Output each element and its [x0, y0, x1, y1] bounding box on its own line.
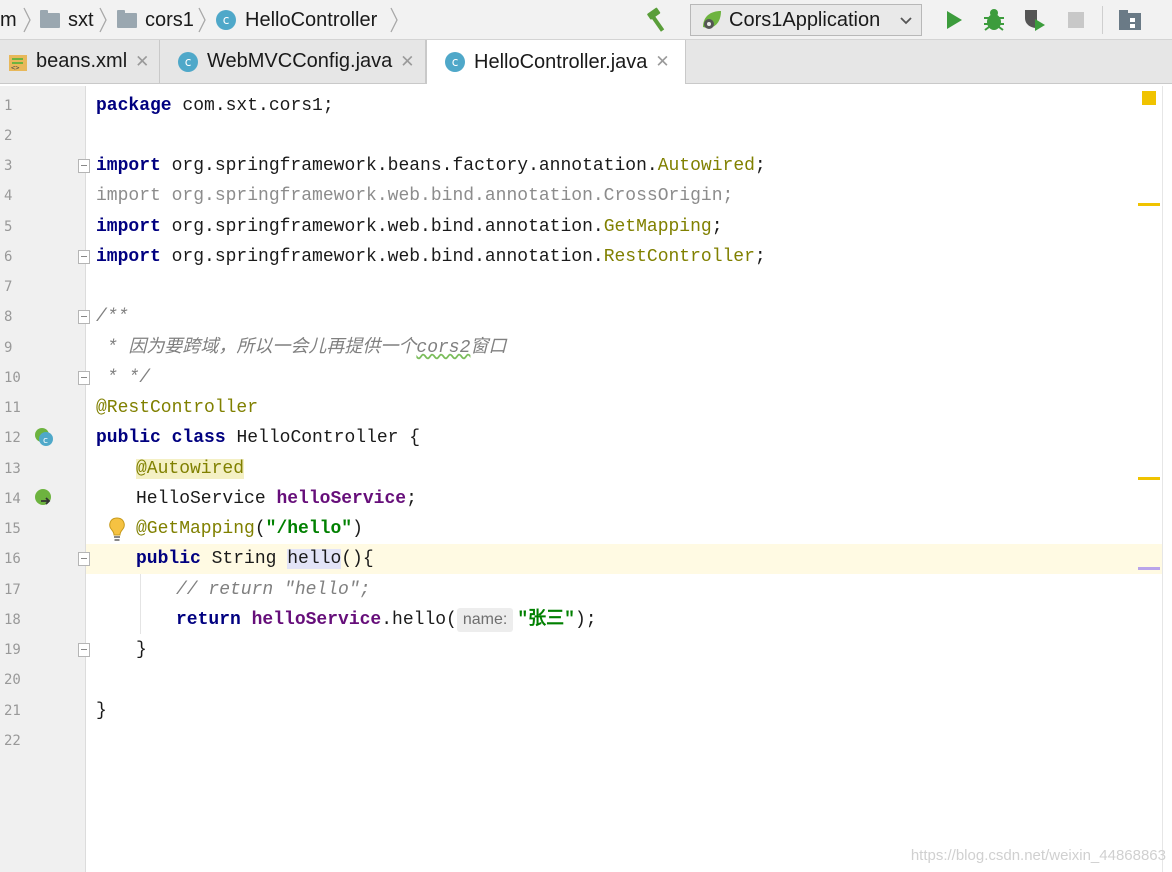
folder-icon	[117, 9, 137, 28]
class-icon: c	[216, 10, 236, 30]
code-editor[interactable]: 1 2 3 4 5 6 7 8 9 10 11 12 13 14 15 16 1…	[0, 86, 1172, 872]
navigate-to-bean-icon[interactable]	[33, 487, 55, 509]
line-number: 2	[4, 128, 13, 144]
code-line-4: import org.springframework.web.bind.anno…	[96, 186, 734, 206]
toolbar-divider	[1102, 6, 1103, 34]
coverage-icon[interactable]	[1020, 6, 1048, 34]
line-number: 17	[4, 582, 21, 598]
stop-icon[interactable]	[1062, 6, 1090, 34]
fold-marker-icon[interactable]	[78, 250, 90, 264]
tab-beans-xml[interactable]: <> beans.xml ✕	[0, 40, 160, 83]
breadcrumb-module[interactable]: m	[0, 0, 17, 40]
chevron-down-icon	[900, 17, 912, 25]
breadcrumb-separator-icon	[198, 7, 206, 33]
fold-marker-icon[interactable]	[78, 159, 90, 173]
code-line-6: import org.springframework.web.bind.anno…	[96, 247, 766, 267]
spring-bean-class-icon[interactable]: c	[33, 426, 55, 448]
editor-tab-bar: <> beans.xml ✕ c WebMVCConfig.java ✕ c Hel…	[0, 40, 1172, 84]
project-structure-icon[interactable]	[1116, 6, 1144, 34]
fold-marker-icon[interactable]	[78, 552, 90, 566]
svg-text:c: c	[43, 436, 48, 446]
code-line-16: public String hello(){	[136, 549, 374, 569]
line-number-gutter[interactable]: 1 2 3 4 5 6 7 8 9 10 11 12 13 14 15 16 1…	[0, 86, 86, 872]
spring-boot-icon	[703, 11, 721, 29]
code-line-1: package com.sxt.cors1;	[96, 96, 334, 116]
close-icon[interactable]: ✕	[135, 52, 149, 72]
right-margin-line	[1162, 86, 1163, 872]
close-icon[interactable]: ✕	[655, 52, 669, 72]
warning-stripe[interactable]	[1138, 203, 1160, 206]
lightbulb-icon[interactable]	[106, 516, 128, 542]
indent-guide	[140, 574, 141, 634]
code-line-9: * 因为要跨域，所以一会儿再提供一个cors2窗口	[96, 338, 507, 358]
line-number: 16	[4, 551, 21, 567]
xml-file-icon: <>	[9, 54, 27, 72]
close-icon[interactable]: ✕	[400, 52, 414, 72]
line-number: 20	[4, 672, 21, 688]
breadcrumb-sxt[interactable]: sxt	[40, 0, 94, 40]
fold-marker-icon[interactable]	[78, 643, 90, 657]
line-number: 5	[4, 219, 13, 235]
breadcrumb-separator-icon	[23, 7, 31, 33]
debug-icon[interactable]	[980, 6, 1008, 34]
line-number: 8	[4, 309, 13, 325]
line-number: 13	[4, 461, 21, 477]
line-number: 7	[4, 279, 13, 295]
code-line-8: /**	[96, 307, 129, 327]
breadcrumb-separator-icon	[99, 7, 107, 33]
code-line-13: @Autowired	[136, 459, 245, 479]
run-icon[interactable]	[940, 6, 968, 34]
line-number: 18	[4, 612, 21, 628]
svg-text:<>: <>	[11, 64, 19, 72]
line-number: 21	[4, 703, 21, 719]
code-line-3: import org.springframework.beans.factory…	[96, 156, 766, 176]
line-number: 9	[4, 340, 13, 356]
tab-hellocontroller-java[interactable]: c HelloController.java ✕	[426, 40, 686, 84]
code-line-5: import org.springframework.web.bind.anno…	[96, 217, 723, 237]
line-number: 10	[4, 370, 21, 386]
usage-stripe[interactable]	[1138, 567, 1160, 570]
class-icon: c	[445, 52, 465, 72]
line-number: 1	[4, 98, 13, 114]
line-number: 4	[4, 188, 13, 204]
line-number: 6	[4, 249, 13, 265]
line-number: 11	[4, 400, 21, 416]
fold-marker-icon[interactable]	[78, 310, 90, 324]
code-line-12: public class HelloController {	[96, 428, 421, 448]
code-line-11: @RestController	[96, 398, 259, 418]
folder-icon	[40, 9, 60, 28]
line-number: 19	[4, 642, 21, 658]
breadcrumb-separator-icon	[390, 7, 398, 33]
code-line-17: // return "hello";	[176, 580, 371, 600]
line-number: 3	[4, 158, 13, 174]
watermark: https://blog.csdn.net/weixin_44868863	[910, 847, 1166, 864]
run-configuration-select[interactable]: Cors1Application	[690, 4, 922, 36]
class-icon: c	[178, 51, 198, 72]
line-number: 22	[4, 733, 21, 749]
tab-webmvcconfig-java[interactable]: c WebMVCConfig.java ✕	[160, 40, 426, 83]
hammer-icon[interactable]	[645, 6, 673, 34]
code-line-19: }	[136, 640, 147, 660]
line-number: 15	[4, 521, 21, 537]
fold-marker-icon[interactable]	[78, 371, 90, 385]
code-line-21: }	[96, 701, 107, 721]
code-line-15: @GetMapping("/hello")	[136, 519, 363, 539]
analysis-status-icon[interactable]	[1142, 91, 1156, 105]
line-number: 12	[4, 430, 21, 446]
breadcrumb-hellocontroller[interactable]: c HelloController	[216, 0, 377, 40]
code-line-14: HelloService helloService;	[136, 489, 417, 509]
line-number: 14	[4, 491, 21, 507]
breadcrumb-cors1[interactable]: cors1	[117, 0, 194, 40]
parameter-hint: name:	[456, 608, 514, 632]
warning-stripe[interactable]	[1138, 477, 1160, 480]
code-line-18: return helloService.hello(name: "张三");	[176, 608, 597, 632]
code-line-10: * */	[96, 368, 151, 388]
navigation-bar: m sxt cors1 c HelloController Cors1Applic…	[0, 0, 1172, 40]
